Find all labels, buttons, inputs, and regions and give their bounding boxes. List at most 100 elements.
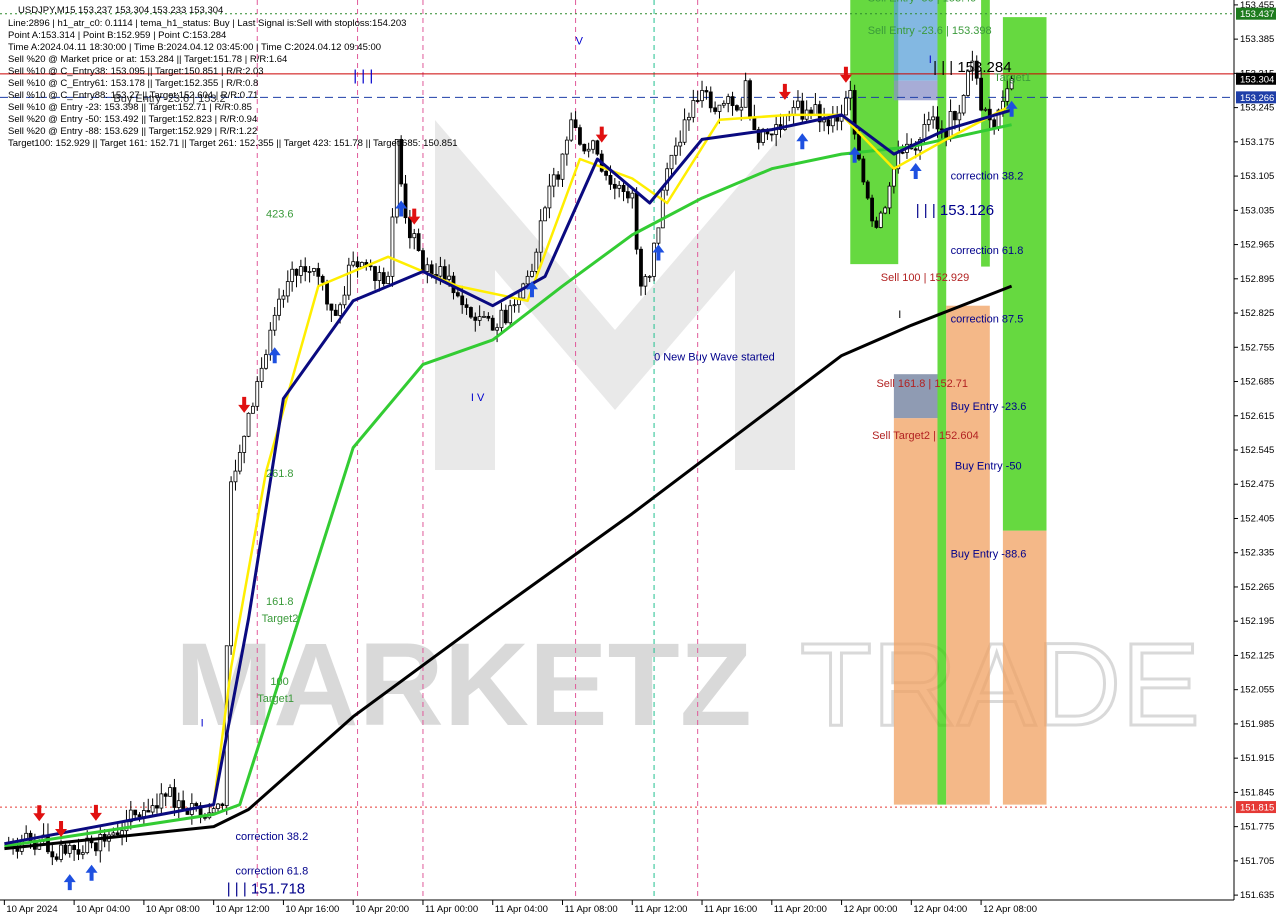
- candle-body: [735, 105, 739, 111]
- y-tick-label: 151.635: [1240, 890, 1274, 901]
- y-tick-label: 151.915: [1240, 753, 1274, 764]
- candle-body: [54, 856, 59, 860]
- candle-body: [259, 367, 264, 382]
- annotation-label: Buy Entry -23.6: [951, 401, 1027, 413]
- annotation-label: | | | 151.718: [227, 881, 305, 898]
- annotation-label: Buy Entry -50: [955, 461, 1022, 473]
- candle-body: [407, 217, 412, 239]
- candle-body: [961, 94, 966, 114]
- trade-zone: [981, 0, 990, 267]
- candle-body: [412, 233, 417, 239]
- candle-body: [203, 816, 207, 819]
- candle-body: [137, 814, 142, 818]
- info-line: Target100: 152.929 || Target 161: 152.71…: [8, 138, 458, 149]
- y-tick-label: 153.245: [1240, 103, 1274, 114]
- candle-body: [551, 174, 556, 187]
- candle-body: [935, 116, 940, 130]
- x-tick-label: 10 Apr 08:00: [146, 904, 200, 915]
- candle-body: [338, 304, 343, 316]
- candle-body: [115, 832, 120, 836]
- candle-body: [176, 800, 181, 808]
- annotation-label: V: [576, 36, 584, 48]
- x-tick-label: 11 Apr 12:00: [634, 904, 687, 915]
- candle-body: [800, 100, 805, 120]
- candle-body: [277, 298, 281, 316]
- candle-body: [578, 127, 582, 145]
- candle-body: [979, 77, 983, 111]
- candle-body: [730, 96, 735, 106]
- y-tick-label: 152.755: [1240, 342, 1274, 353]
- candle-body: [155, 805, 159, 809]
- candle-body: [94, 842, 98, 852]
- annotation-label: | | | 153.126: [916, 202, 994, 219]
- candle-body: [133, 809, 138, 816]
- y-tick-label: 152.405: [1240, 513, 1274, 524]
- candle-body: [669, 154, 674, 170]
- candle-body: [285, 281, 290, 297]
- x-tick-label: 10 Apr 20:00: [355, 904, 409, 915]
- candle-body: [290, 268, 295, 282]
- candle-body: [687, 116, 691, 121]
- candle-body: [543, 207, 547, 222]
- candle-body: [50, 851, 55, 858]
- price-tag-label: 153.437: [1240, 9, 1274, 20]
- candle-body: [591, 140, 595, 150]
- candle-body: [626, 191, 630, 199]
- candle-body: [525, 275, 530, 285]
- y-tick-label: 153.035: [1240, 205, 1274, 216]
- candle-body: [237, 452, 242, 472]
- y-tick-label: 151.775: [1240, 822, 1274, 833]
- x-tick-label: 11 Apr 04:00: [495, 904, 548, 915]
- candle-body: [848, 90, 853, 99]
- annotation-label: correction 87.5: [951, 313, 1024, 325]
- candle-body: [67, 844, 72, 854]
- candle-body: [172, 787, 177, 808]
- candle-body: [181, 800, 186, 809]
- candle-body: [595, 140, 600, 155]
- candle-body: [564, 139, 569, 155]
- candle-body: [355, 261, 360, 268]
- candle-body: [874, 220, 879, 228]
- candle-body: [717, 104, 722, 112]
- candle-body: [582, 143, 587, 152]
- trade-zone: [1002, 530, 1047, 805]
- info-line: Sell %10 @ C_Entry88: 153.27 || Target:1…: [8, 90, 258, 101]
- annotation-label: correction 38.2: [235, 831, 308, 843]
- candle-body: [268, 329, 273, 356]
- candle-body: [320, 275, 325, 283]
- y-tick-label: 152.055: [1240, 685, 1274, 696]
- annotation-label: 0 New Buy Wave started: [654, 351, 775, 363]
- y-tick-label: 151.845: [1240, 787, 1274, 798]
- symbol-line: USDJPY,M15 153.237 153.304 153.233 153.3…: [18, 5, 223, 16]
- candle-body: [931, 116, 936, 121]
- annotation-label: Buy Entry -88.6: [951, 549, 1027, 561]
- annotation-label: 261.8: [266, 468, 294, 480]
- candle-body: [72, 844, 77, 851]
- candle-body: [983, 108, 988, 111]
- x-tick-label: 11 Apr 00:00: [425, 904, 478, 915]
- candle-body: [643, 276, 648, 287]
- annotation-label: I: [898, 309, 901, 321]
- annotation-label: correction 61.8: [951, 245, 1024, 257]
- x-tick-label: 10 Apr 12:00: [216, 904, 270, 915]
- candle-body: [604, 170, 608, 176]
- candle-body: [464, 304, 469, 308]
- annotation-label: 423.6: [266, 209, 294, 221]
- annotation-label: | | |: [353, 68, 373, 85]
- candle-body: [704, 90, 709, 93]
- candle-body: [844, 97, 848, 116]
- candle-body: [700, 90, 704, 102]
- y-tick-label: 153.385: [1240, 34, 1274, 45]
- candle-body: [953, 111, 957, 121]
- info-line: Sell %10 @ Entry -23: 153.398 || Target:…: [8, 102, 252, 113]
- candle-body: [569, 119, 574, 141]
- candle-body: [713, 107, 718, 112]
- candle-body: [469, 307, 473, 318]
- candle-body: [442, 266, 447, 280]
- candle-body: [307, 271, 312, 273]
- candle-body: [678, 141, 683, 147]
- y-axis: 153.455153.385153.315153.245153.175153.1…: [1234, 0, 1274, 901]
- y-tick-label: 152.545: [1240, 445, 1274, 456]
- candle-body: [521, 283, 526, 299]
- candle-body: [303, 266, 308, 273]
